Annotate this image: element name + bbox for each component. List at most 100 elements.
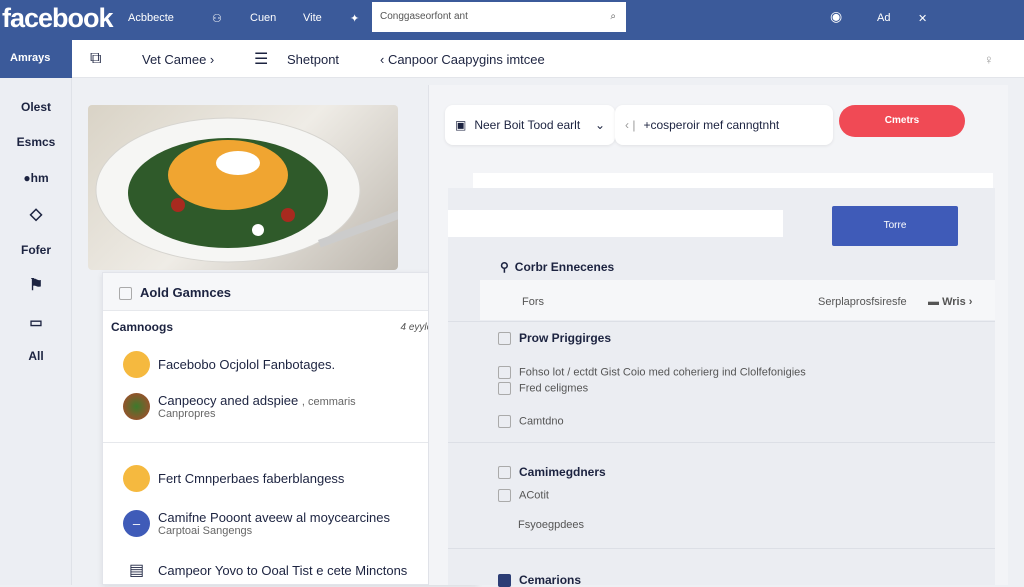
help-icon[interactable]: ♀ [984, 52, 994, 67]
sidebar-item[interactable]: Olest [0, 100, 72, 114]
food-photo [88, 105, 398, 270]
sidebar-label: hm [30, 171, 49, 185]
pill-label: Neer Boit Tood earlt [474, 118, 581, 132]
list-item[interactable]: Canpeocy aned adspiee , cemmaris Canpropr… [123, 393, 356, 420]
document-icon: ▤ [128, 562, 145, 579]
section-item[interactable]: Fred celigmes [498, 382, 588, 395]
search-icon[interactable]: ⌕ [610, 11, 616, 22]
chevron-down-icon: ⌄ [594, 118, 605, 132]
item-text: Fsyoegpdees [518, 519, 585, 531]
card-title: Aold Gamnces [140, 285, 232, 300]
list-item[interactable]: – Camifne Pooont aveew al moycearcines Car… [123, 510, 390, 537]
inner-panel: Torre ⚲ Corbr Ennecenes Fors Serplaprosfs… [448, 188, 995, 587]
search-value: Conggaseorfont ant [380, 11, 468, 22]
campaigns-card: Aold Gamnces Camnoogs 4 eyyloerlages Fac… [102, 272, 478, 585]
list-item[interactable]: ▤ Campeor Yovo to Ooal Tist e cete Mincto… [123, 560, 407, 580]
avatar [123, 351, 150, 378]
list-item[interactable]: Fert Cmnperbaes faberblangess [123, 465, 344, 492]
pin-icon[interactable]: ✦ [350, 12, 359, 25]
item-title: Fert Cmnperbaes faberblangess [158, 471, 345, 486]
filter-link-label: Wris [942, 296, 966, 308]
item-subtitle: Carptoai Sangengs [158, 525, 253, 537]
section-title: Prow Priggirges [519, 331, 612, 345]
item-icon [498, 415, 511, 428]
sidebar-item[interactable]: All [0, 349, 72, 363]
divider [103, 442, 477, 443]
card-header: Aold Gamnces [103, 273, 477, 311]
section-title: Camimegdners [519, 465, 606, 479]
item-text: ACotit [519, 489, 549, 502]
nav-link[interactable]: Acbbecte [128, 12, 174, 24]
leaf-icon [498, 332, 511, 346]
card-icon: ▣ [455, 118, 467, 132]
item-title: Canpeocy aned adspiee [158, 393, 299, 408]
red-action-button[interactable]: Cmetrs [839, 105, 965, 137]
divider [448, 321, 995, 322]
top-navbar: facebook Acbbecte ⚇ Cuen Vite ✦ Conggase… [0, 0, 1024, 40]
pill-select[interactable]: ▣ Neer Boit Tood earlt ⌄ [445, 105, 615, 145]
avatar: – [123, 510, 150, 537]
section-item[interactable]: Camtdno [498, 415, 564, 428]
item-title: Facebobo Ocjolol Fanbotages. [158, 357, 336, 372]
item-icon [498, 382, 511, 395]
checkbox[interactable] [119, 287, 132, 301]
left-sidebar: Olest Esmcs ●hm ◇ Fofer ⚑ ▭ All [0, 78, 72, 585]
heading-text: Corbr Ennecenes [514, 260, 615, 274]
item-icon [498, 489, 511, 502]
panel-strip [473, 173, 993, 189]
item-icon [498, 366, 511, 379]
checkbox[interactable] [498, 466, 511, 480]
filter-link[interactable]: ▬ Wris › [928, 296, 972, 308]
nav-link[interactable]: Cuen [250, 12, 276, 24]
section-icon [498, 574, 511, 587]
messenger-icon[interactable]: ◉ [830, 8, 842, 25]
nav-link[interactable]: Vite [303, 12, 322, 24]
filter-value[interactable]: Serplaprosfsiresfe [818, 296, 907, 308]
document-icon[interactable]: ☰ [254, 49, 268, 69]
list-item[interactable]: Facebobo Ocjolol Fanbotages. [123, 351, 335, 378]
item-title: Campeor Yovo to Ooal Tist e cete Mincton… [158, 562, 408, 578]
campaign-input[interactable]: ‹ | +cosperoir mef canngtnht [615, 105, 833, 145]
divider [448, 442, 995, 443]
search-input[interactable]: Conggaseorfont ant ⌕ [372, 2, 626, 32]
friends-icon[interactable]: ⚇ [212, 12, 222, 25]
filter-row: Fors Serplaprosfsiresfe ▬ Wris › [480, 280, 995, 320]
calendar-icon[interactable]: ▭ [0, 314, 72, 331]
subtab-active[interactable]: Amrays [0, 40, 72, 78]
primary-button[interactable]: Torre [832, 206, 958, 246]
facebook-logo[interactable]: facebook [2, 3, 114, 34]
filter-label[interactable]: Fors [522, 296, 544, 308]
search-heading: ⚲ Corbr Ennecenes [500, 260, 614, 274]
tag-icon[interactable]: ◇ [0, 204, 72, 224]
item-title: Camifne Pooont aveew al moycearcines [158, 510, 390, 525]
back-icon: ‹ | [625, 118, 636, 132]
user-icon: ● [23, 171, 31, 185]
breadcrumb[interactable]: ‹ Canpoor Caapygins imtcee [380, 52, 545, 67]
section-header: Prow Priggirges [498, 331, 612, 346]
item-text: Fohso lot / ectdt Gist Coio med coherier… [519, 366, 806, 379]
avatar [123, 393, 150, 420]
divider [448, 548, 995, 549]
settings-icon[interactable]: ✕ [918, 12, 927, 25]
item-subtitle: Canpropres [158, 408, 216, 420]
section-header: Camimegdners [498, 465, 606, 480]
flag-icon[interactable]: ⚑ [0, 275, 72, 295]
salad-plate-image [95, 117, 398, 263]
item-text: Fred celigmes [519, 382, 589, 395]
account-label[interactable]: Ad [877, 12, 890, 24]
input-value: +cosperoir mef canngtnht [643, 118, 780, 132]
subbar-item[interactable]: Vet Camee › [142, 52, 214, 67]
sidebar-item[interactable]: Fofer [0, 243, 72, 257]
search-icon: ⚲ [500, 260, 509, 274]
subbar-item[interactable]: Shetpont [287, 52, 339, 67]
section-item[interactable]: Fohso lot / ectdt Gist Coio med coherier… [498, 366, 806, 379]
section-title: Camnoogs [111, 320, 174, 334]
text-input[interactable] [448, 210, 783, 237]
sidebar-item[interactable]: ●hm [0, 171, 72, 185]
section-item[interactable]: Fsyoegpdees [518, 519, 584, 531]
section-item[interactable]: ACotit [498, 489, 549, 502]
page-icon[interactable]: ⧉ [90, 50, 101, 68]
avatar [123, 465, 150, 492]
item-meta: , cemmaris [301, 396, 356, 408]
sidebar-item[interactable]: Esmcs [0, 135, 72, 149]
